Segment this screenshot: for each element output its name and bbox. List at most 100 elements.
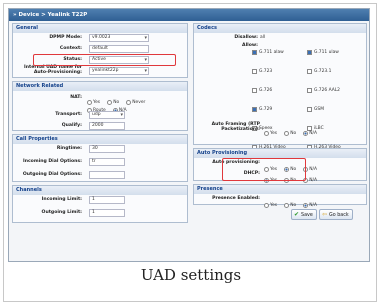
- context-input[interactable]: default: [89, 45, 149, 53]
- disallow-value: all: [260, 35, 266, 40]
- disallow-label: Disallow:: [234, 35, 258, 40]
- codec-label: G.726 AAL2: [314, 88, 340, 93]
- allow-block: Allow: G.711 alaw G.711 ulaw G.723 G.723.1 G…: [194, 42, 366, 169]
- nat-label: NAT:: [70, 95, 82, 100]
- outgoing-dial-row: Outgoing Dial Options:: [13, 170, 187, 183]
- codec-option: G.723: [252, 61, 307, 74]
- general-panel: General DPMP Mode: v9.0023 Context: defa…: [12, 23, 188, 78]
- auto-framing-label: Auto Framing (RTP Packetization):: [211, 122, 260, 132]
- framing-no-radio[interactable]: [284, 131, 290, 136]
- breadcrumb[interactable]: » Device > Yealink T22P: [9, 9, 369, 21]
- framing-yes-label: Yes: [270, 131, 278, 136]
- framing-na-radio[interactable]: [303, 131, 309, 136]
- call-properties-panel: Call Properties Ringtime: 30 Incoming Di…: [12, 134, 188, 182]
- dpmp-mode-row: DPMP Mode: v9.0023: [13, 33, 187, 44]
- incoming-dial-input[interactable]: tr: [89, 158, 125, 166]
- save-button[interactable]: ✔ Save: [291, 209, 317, 220]
- presence-panel: Presence Presence Enabled: Yes No N/A: [193, 184, 367, 208]
- codec-checkbox[interactable]: [252, 69, 257, 74]
- back-arrow-icon: ⇦: [322, 211, 328, 218]
- qualify-label: Qualify:: [61, 123, 82, 128]
- codec-label: GSM: [314, 107, 324, 112]
- incoming-limit-input[interactable]: 1: [89, 196, 125, 204]
- codec-option: GSM: [307, 99, 362, 112]
- codec-label: G.711 ulaw: [314, 50, 339, 55]
- transport-row: Transport: udp: [13, 110, 187, 121]
- presence-yes-radio[interactable]: [264, 203, 269, 208]
- incoming-dial-label: Incoming Dial Options:: [22, 159, 82, 164]
- ringtime-row: Ringtime: 30: [13, 144, 187, 157]
- presence-row: Presence Enabled: Yes No N/A: [194, 194, 366, 208]
- outgoing-limit-row: Outgoing Limit: 1: [13, 208, 187, 221]
- presence-yes-label: Yes: [270, 203, 278, 208]
- nat-never-label: Never: [132, 100, 146, 105]
- right-column: Codecs Disallow: all Allow: G.711 alaw G.…: [193, 23, 367, 220]
- codec-option: G.726: [252, 80, 307, 93]
- auto-provisioning-title: Auto Provisioning: [194, 149, 366, 158]
- codec-checkbox[interactable]: [252, 50, 257, 55]
- framing-yes-radio[interactable]: [264, 131, 269, 136]
- ringtime-input[interactable]: 30: [89, 145, 125, 153]
- status-highlight-box: [33, 54, 176, 66]
- outgoing-limit-input[interactable]: 1: [89, 209, 125, 217]
- framing-na-label: N/A: [309, 131, 318, 136]
- auto-provisioning-highlight-box: [222, 158, 306, 181]
- codec-checkbox[interactable]: [307, 69, 312, 74]
- codec-option: G.711 ulaw: [307, 42, 362, 55]
- allow-label: Allow:: [242, 43, 258, 48]
- codec-label: G.723.1: [314, 69, 332, 74]
- auto-provisioning-panel: Auto Provisioning Auto provisioning: Yes…: [193, 148, 367, 183]
- codec-checkbox[interactable]: [307, 107, 312, 112]
- transport-label: Transport:: [55, 112, 82, 117]
- codec-label: G.726: [259, 88, 273, 93]
- uad-name-select[interactable]: yealinkt22p: [89, 67, 149, 75]
- codec-checkbox[interactable]: [307, 50, 312, 55]
- codec-label: G.711 alaw: [259, 50, 284, 55]
- go-back-button[interactable]: ⇦ Go back: [319, 209, 353, 220]
- codecs-title: Codecs: [194, 24, 366, 33]
- qualify-input[interactable]: 2000: [89, 122, 125, 130]
- dhcp-na-label: N/A: [309, 178, 318, 183]
- uad-name-label: Internal UAD name for Auto-Provisioning:: [24, 65, 82, 75]
- save-label: Save: [301, 213, 313, 218]
- context-label: Context:: [59, 46, 82, 51]
- go-back-label: Go back: [329, 213, 349, 218]
- codec-option: G.711 alaw: [252, 42, 307, 55]
- figure-frame: » Device > Yealink T22P General DPMP Mod…: [3, 3, 377, 302]
- codec-option: G.723.1: [307, 61, 362, 74]
- disallow-row: Disallow: all: [194, 33, 366, 42]
- codec-checkbox[interactable]: [307, 88, 312, 93]
- incoming-limit-row: Incoming Limit: 1: [13, 195, 187, 208]
- left-column: General DPMP Mode: v9.0023 Context: defa…: [12, 23, 188, 226]
- presence-label: Presence Enabled:: [212, 196, 260, 201]
- transport-select[interactable]: udp: [89, 111, 125, 119]
- auto-framing-radio-group: Yes No N/A: [262, 123, 317, 142]
- codec-label: G.723: [259, 69, 273, 74]
- presence-na-radio[interactable]: [303, 203, 309, 208]
- channels-title: Channels: [13, 186, 187, 195]
- network-title: Network Related: [13, 82, 187, 91]
- dpmp-mode-label: DPMP Mode:: [49, 35, 82, 40]
- framing-no-label: No: [290, 131, 297, 136]
- checkmark-icon: ✔: [294, 211, 300, 218]
- codec-checkbox[interactable]: [252, 107, 257, 112]
- outgoing-dial-input[interactable]: [89, 171, 125, 179]
- outgoing-limit-label: Outgoing Limit:: [41, 210, 82, 215]
- network-panel: Network Related NAT: Yes No Never Route …: [12, 81, 188, 131]
- ringtime-label: Ringtime:: [56, 146, 82, 151]
- qualify-row: Qualify: 2000: [13, 121, 187, 132]
- channels-panel: Channels Incoming Limit: 1 Outgoing Limi…: [12, 185, 188, 223]
- nat-radio-group: Yes No Never Route N/A: [85, 92, 185, 113]
- presence-na-label: N/A: [309, 203, 318, 208]
- figure-caption: UAD settings: [140, 266, 242, 284]
- device-settings-screenshot: » Device > Yealink T22P General DPMP Mod…: [8, 8, 370, 262]
- codecs-panel: Codecs Disallow: all Allow: G.711 alaw G.…: [193, 23, 367, 169]
- dpmp-mode-select[interactable]: v9.0023: [89, 34, 149, 42]
- general-title: General: [13, 24, 187, 33]
- codec-checkbox[interactable]: [252, 88, 257, 93]
- presence-no-radio[interactable]: [284, 203, 290, 208]
- presence-no-label: No: [290, 203, 297, 208]
- codec-option: G.726 AAL2: [307, 80, 362, 93]
- codec-option: G.729: [252, 99, 307, 112]
- auto-framing-row: Auto Framing (RTP Packetization): Yes No…: [194, 122, 366, 138]
